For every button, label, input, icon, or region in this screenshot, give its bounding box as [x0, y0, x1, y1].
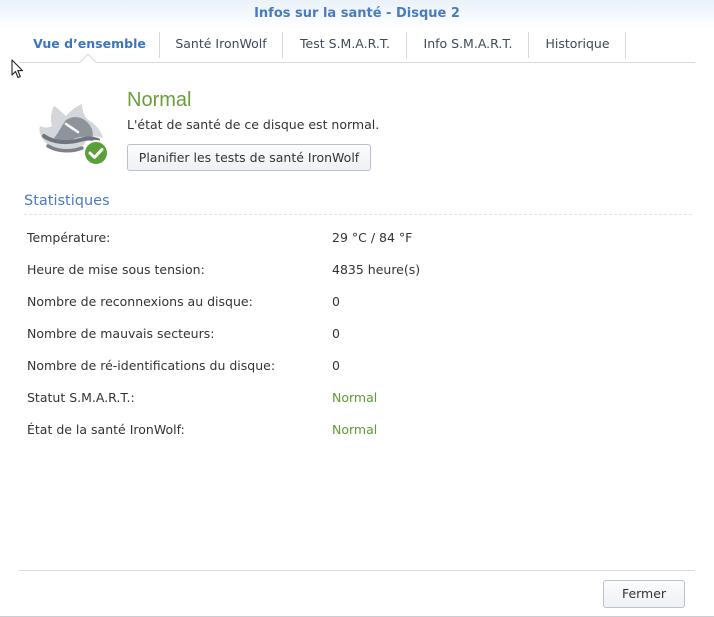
health-status-description: L'état de santé de ce disque est normal. [127, 117, 380, 132]
stat-label: Nombre de ré-identifications du disque: [27, 358, 276, 373]
health-info-dialog: Infos sur la santé - Disque 2 Vue d’ense… [0, 0, 714, 617]
stat-row-temperature: Température: 29 °C / 84 °F [27, 230, 687, 248]
tab-history[interactable]: Historique [529, 30, 626, 58]
dialog-title: Infos sur la santé - Disque 2 [254, 6, 460, 21]
tab-divider [625, 32, 626, 58]
stat-row-power-on-hours: Heure de mise sous tension: 4835 heure(s… [27, 262, 687, 280]
title-bar: Infos sur la santé - Disque 2 [0, 0, 714, 30]
mouse-cursor-icon [11, 59, 24, 79]
statistics-section-title: Statistiques [24, 193, 110, 209]
tab-overview[interactable]: Vue d’ensemble [19, 30, 160, 58]
schedule-ironwolf-tests-button[interactable]: Planifier les tests de santé IronWolf [127, 144, 371, 171]
stat-status-value: Normal [332, 422, 378, 437]
ironwolf-ok-icon [39, 104, 109, 166]
health-status-title: Normal [127, 89, 192, 111]
stat-row-reidentifications: Nombre de ré-identifications du disque: … [27, 358, 687, 376]
stat-value: 29 °C / 84 °F [332, 230, 413, 245]
stat-row-reconnections: Nombre de reconnexions au disque: 0 [27, 294, 687, 312]
close-button[interactable]: Fermer [603, 580, 685, 608]
stat-value: 0 [332, 358, 340, 373]
stat-label: État de la santé IronWolf: [27, 422, 185, 437]
footer-divider [19, 570, 695, 571]
stat-value: 4835 heure(s) [332, 262, 421, 277]
stat-status-value: Normal [332, 390, 378, 405]
stat-label: Nombre de mauvais secteurs: [27, 326, 215, 341]
stat-label: Statut S.M.A.R.T.: [27, 390, 135, 405]
stat-label: Température: [27, 230, 111, 245]
stat-label: Heure de mise sous tension: [27, 262, 205, 277]
tab-smart-info[interactable]: Info S.M.A.R.T. [407, 30, 529, 58]
tab-bar: Vue d’ensemble Santé IronWolf Test S.M.A… [19, 30, 695, 71]
stat-row-ironwolf-health: État de la santé IronWolf: Normal [27, 422, 687, 440]
tab-ironwolf-health[interactable]: Santé IronWolf [160, 30, 282, 58]
stat-row-smart-status: Statut S.M.A.R.T.: Normal [27, 390, 687, 408]
tab-smart-test[interactable]: Test S.M.A.R.T. [283, 30, 407, 58]
stat-row-bad-sectors: Nombre de mauvais secteurs: 0 [27, 326, 687, 344]
section-divider [24, 214, 692, 215]
stat-value: 0 [332, 294, 340, 309]
stat-value: 0 [332, 326, 340, 341]
stat-label: Nombre de reconnexions au disque: [27, 294, 253, 309]
